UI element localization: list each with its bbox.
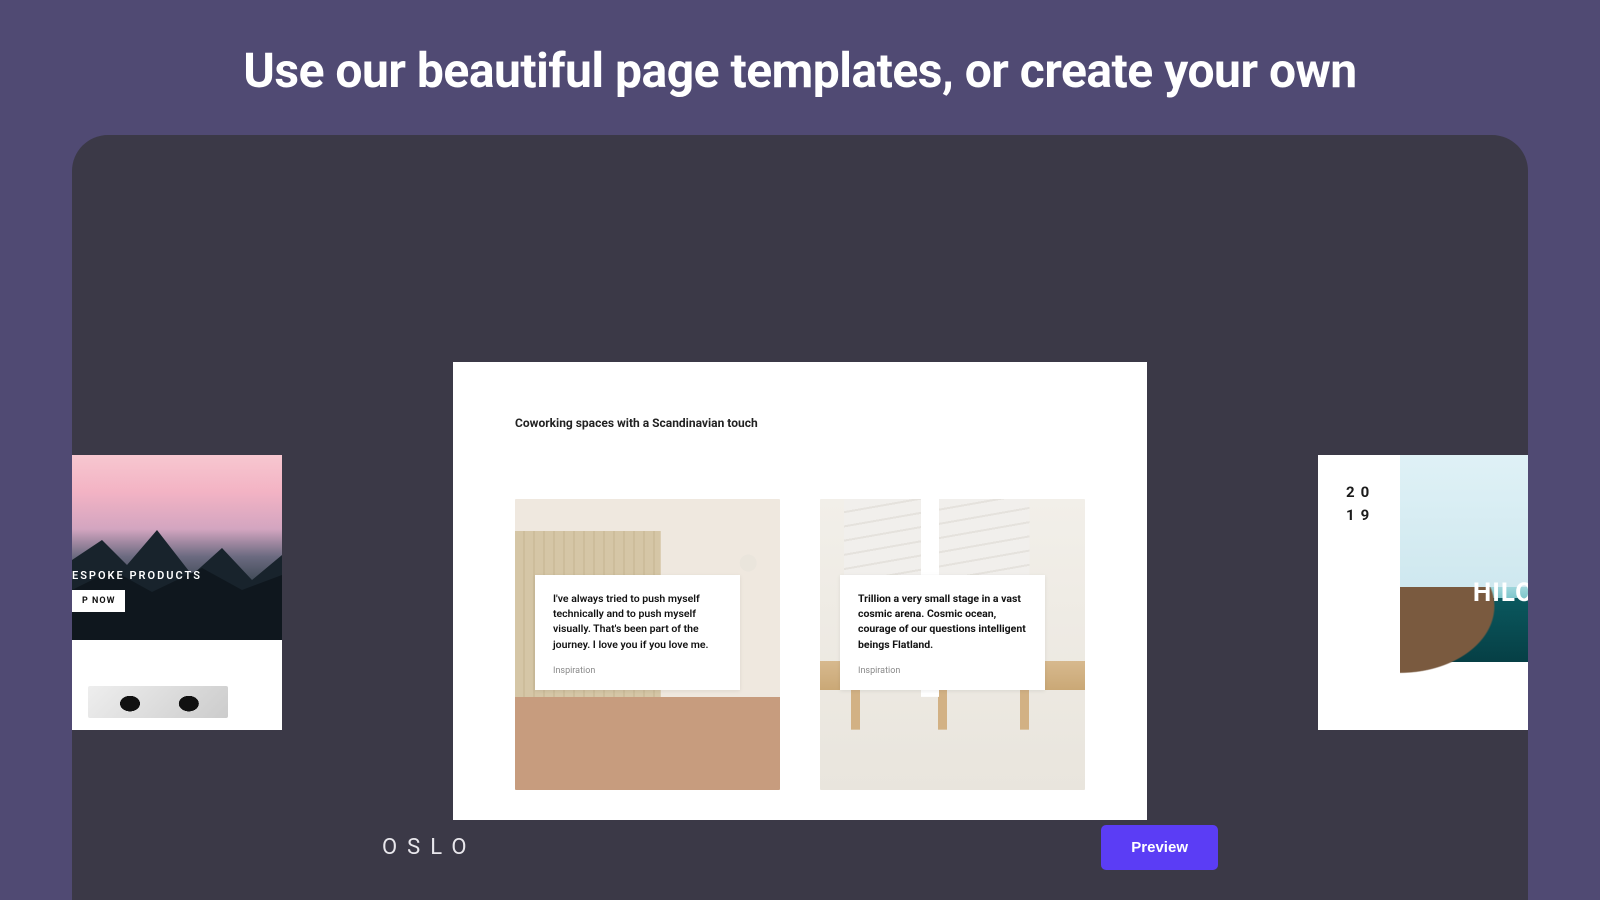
left-overlay-text: ESPOKE PRODUCTS [72, 569, 202, 582]
card-tag: Inspiration [553, 666, 722, 676]
left-lower-panel [78, 679, 238, 724]
card-body-text: I've always tried to push myself technic… [553, 591, 722, 652]
template-card-left[interactable]: ESPOKE PRODUCTS P NOW [72, 455, 282, 730]
headphones-image [88, 686, 228, 718]
center-cards-row: I've always tried to push myself technic… [515, 499, 1085, 790]
center-heading: Coworking spaces with a Scandinavian tou… [515, 416, 758, 430]
year-line-2: 19 [1346, 506, 1375, 524]
year-line-1: 20 [1346, 483, 1375, 501]
template-card-center[interactable]: Coworking spaces with a Scandinavian tou… [453, 362, 1147, 820]
template-stage: ESPOKE PRODUCTS P NOW Coworking spaces w… [72, 135, 1528, 900]
right-side-panel: 20 19 [1318, 455, 1400, 730]
template-name-label: OSLO [382, 835, 476, 860]
card-body-text: Trillion a very small stage in a vast co… [858, 591, 1027, 652]
card-caption: I've always tried to push myself technic… [535, 575, 740, 690]
left-hero-image: ESPOKE PRODUCTS P NOW [72, 455, 282, 640]
center-card-1: I've always tried to push myself technic… [515, 499, 780, 790]
card-tag: Inspiration [858, 666, 1027, 676]
template-card-right[interactable]: 20 19 HILO [1318, 455, 1528, 730]
card-caption: Trillion a very small stage in a vast co… [840, 575, 1045, 690]
year-label: 20 19 [1346, 481, 1386, 526]
left-cta-button[interactable]: P NOW [72, 590, 125, 612]
hero-title: Use our beautiful page templates, or cre… [0, 42, 1600, 99]
right-photo: HILO [1400, 455, 1528, 730]
template-footer-bar: OSLO Preview [72, 795, 1528, 900]
right-title-fragment: HILO [1473, 578, 1528, 608]
preview-button[interactable]: Preview [1101, 825, 1218, 870]
center-card-2: Trillion a very small stage in a vast co… [820, 499, 1085, 790]
